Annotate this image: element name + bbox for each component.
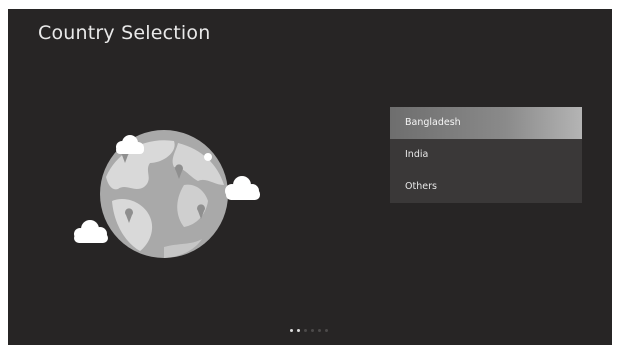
- cloud-icon: [225, 176, 260, 200]
- page-dot: [325, 329, 328, 332]
- globe-illustration: [74, 130, 260, 258]
- small-cloud-icon: [204, 153, 212, 161]
- tv-screen: Country Selection Bangladesh India Other…: [8, 9, 612, 345]
- country-item-india[interactable]: India: [390, 139, 582, 171]
- page-title: Country Selection: [38, 22, 211, 44]
- page-dot: [318, 329, 321, 332]
- page-dot: [290, 329, 293, 332]
- country-list: Bangladesh India Others: [390, 107, 582, 203]
- page-dot: [311, 329, 314, 332]
- page-indicator: [290, 329, 328, 332]
- page-dot-current: [297, 329, 300, 332]
- country-item-others[interactable]: Others: [390, 171, 582, 203]
- country-item-bangladesh[interactable]: Bangladesh: [390, 107, 582, 139]
- cloud-icon: [74, 220, 108, 243]
- page-dot: [304, 329, 307, 332]
